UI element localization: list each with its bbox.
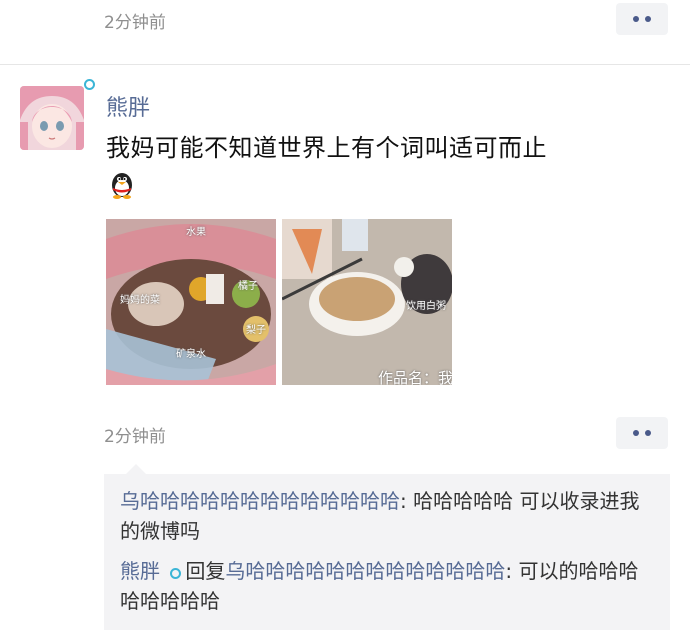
comments-section: 乌哈哈哈哈哈哈哈哈哈哈哈哈哈: 哈哈哈哈哈 可以收录进我的微博吗 熊胖 回复乌哈… — [104, 464, 670, 630]
anime-girl-avatar-icon — [20, 86, 84, 150]
qq-penguin-icon — [106, 168, 138, 200]
comment-author[interactable]: 熊胖 — [120, 559, 160, 583]
comment-separator: : — [505, 559, 513, 583]
comment-item[interactable]: 熊胖 回复乌哈哈哈哈哈哈哈哈哈哈哈哈哈: 可以的哈哈哈哈哈哈哈哈 — [120, 556, 656, 616]
post-more-button[interactable] — [616, 417, 668, 449]
post-photo-2[interactable]: 饮用白粥 作品名：我 — [282, 219, 452, 385]
comment-item[interactable]: 乌哈哈哈哈哈哈哈哈哈哈哈哈哈: 哈哈哈哈哈 可以收录进我的微博吗 — [120, 486, 656, 546]
comment-author[interactable]: 乌哈哈哈哈哈哈哈哈哈哈哈哈哈 — [120, 489, 400, 513]
avatar[interactable] — [20, 86, 84, 150]
photo-2-caption: 作品名：我 — [378, 369, 452, 385]
post-photo-1[interactable]: 妈妈的菜 橘子 矿泉水 梨子 水果 — [106, 219, 276, 385]
dot-icon — [633, 16, 639, 22]
photo-1-caption: 矿泉水 — [176, 349, 206, 360]
previous-post-more-button[interactable] — [616, 3, 668, 35]
photo-1-caption: 橘子 — [238, 281, 258, 292]
comment-reply-word: 回复 — [185, 559, 226, 583]
dot-icon — [633, 430, 639, 436]
online-status-icon — [84, 79, 95, 90]
online-status-icon — [170, 568, 182, 579]
dot-icon — [645, 430, 651, 436]
post-time: 2分钟前 — [104, 427, 166, 447]
post-username[interactable]: 熊胖 — [106, 90, 150, 122]
previous-post-time: 2分钟前 — [104, 13, 166, 33]
post-content: 我妈可能不知道世界上有个词叫适可而止 — [106, 134, 547, 162]
post-divider — [0, 64, 690, 65]
comment-reply-to[interactable]: 乌哈哈哈哈哈哈哈哈哈哈哈哈哈 — [225, 559, 505, 583]
comment-separator: : — [400, 489, 414, 513]
photo-1-caption: 梨子 — [246, 325, 266, 336]
photo-2-caption: 饮用白粥 — [406, 301, 446, 312]
dot-icon — [645, 16, 651, 22]
photo-1-caption: 水果 — [186, 227, 206, 238]
photo-1-caption: 妈妈的菜 — [120, 295, 160, 306]
